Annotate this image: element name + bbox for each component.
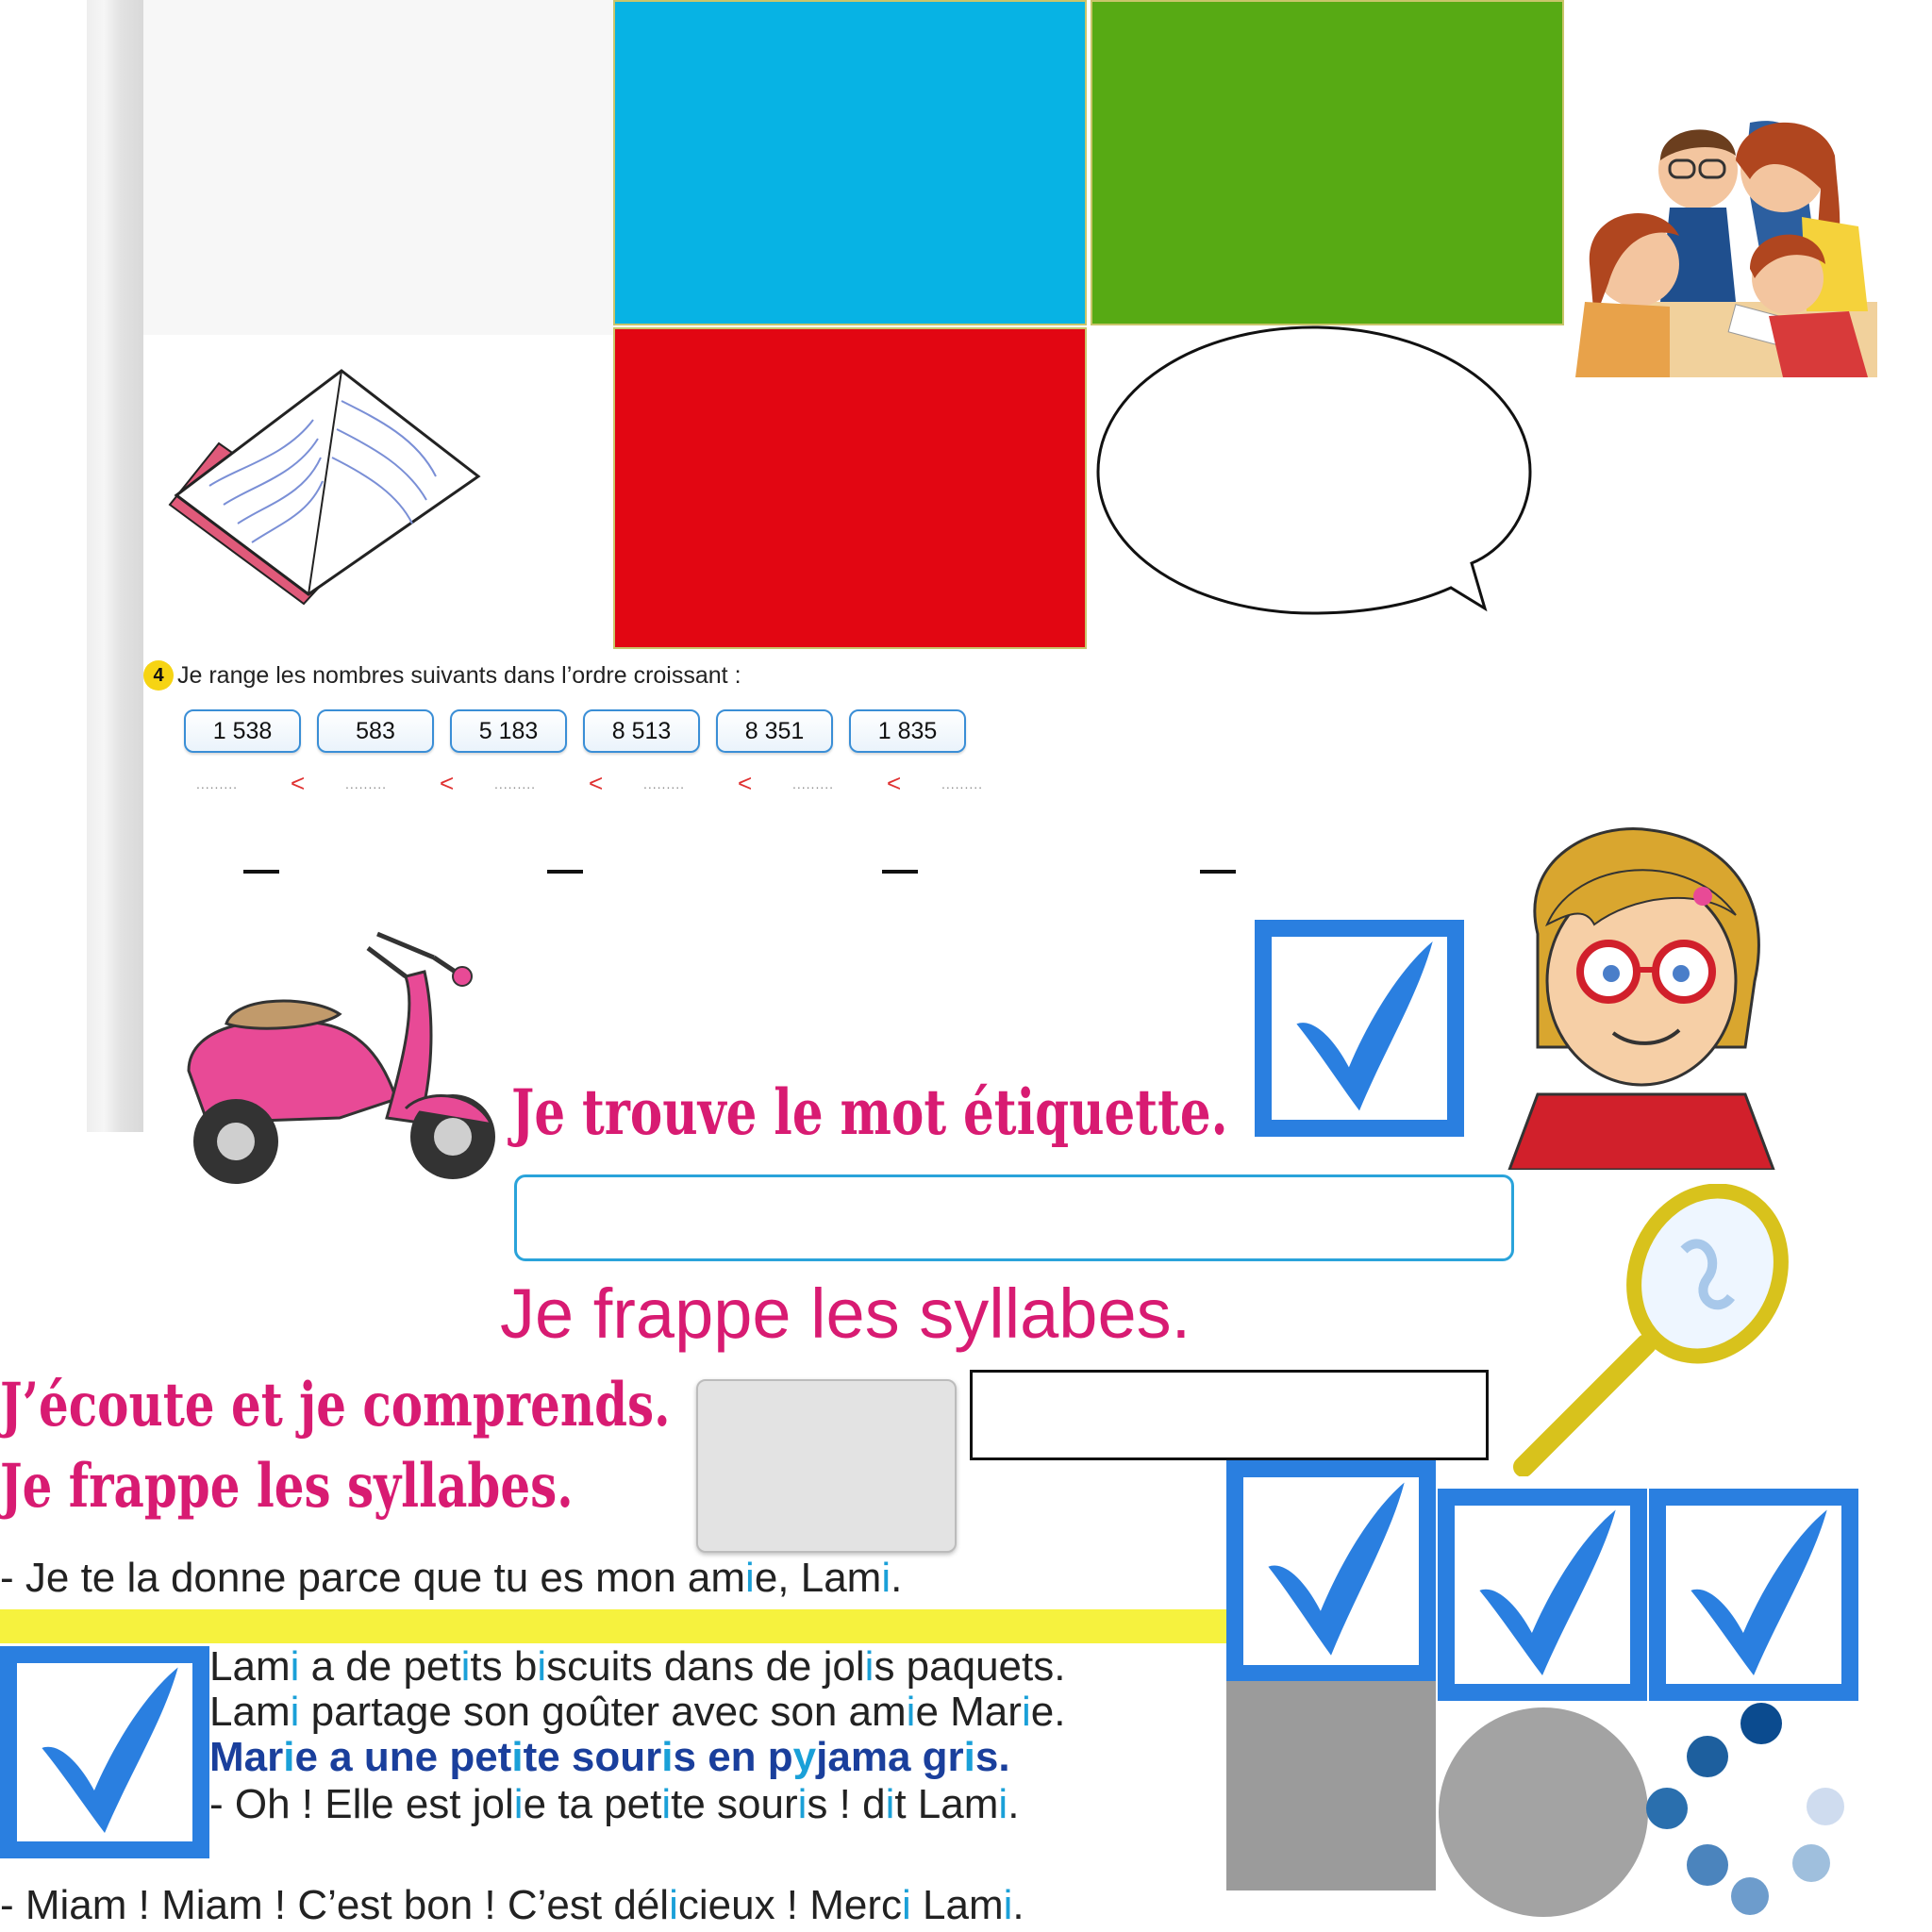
exercise-4-instruction: 4 Je range les nombres suivants dans l’o…	[143, 660, 741, 691]
dash-mark	[243, 870, 279, 874]
loading-dots-icon	[1646, 1703, 1844, 1929]
story-line-2: Lami partage son goûter avec son amie Ma…	[209, 1689, 1066, 1735]
story-line-1: Lami a de petits biscuits dans de jolis …	[209, 1643, 1066, 1690]
answer-blank[interactable]: .........	[196, 776, 291, 791]
mirror-icon	[1513, 1184, 1789, 1476]
answer-blank[interactable]: .........	[494, 776, 589, 791]
heading-ecoute: J’écoute et je comprends.	[0, 1370, 671, 1441]
number-label-row: 1 538 583 5 183 8 513 8 351 1 835	[184, 709, 966, 753]
exercise-instruction-text: Je range les nombres suivants dans l’ord…	[177, 661, 741, 689]
number-label[interactable]: 5 183	[450, 709, 567, 753]
number-label[interactable]: 583	[317, 709, 434, 753]
dash-mark	[882, 870, 918, 874]
number-label[interactable]: 8 513	[583, 709, 700, 753]
less-than-sign: <	[440, 769, 455, 797]
heading-frappe-syllabes-2: Je frappe les syllabes.	[0, 1451, 574, 1522]
grey-panel	[143, 0, 615, 335]
checkbox-checked-icon[interactable]	[0, 1646, 209, 1858]
dash-mark	[547, 870, 583, 874]
less-than-sign: <	[589, 769, 604, 797]
story-line-last: - Miam ! Miam ! C’est bon ! C’est délici…	[0, 1882, 1024, 1928]
number-label[interactable]: 1 538	[184, 709, 301, 753]
less-than-sign: <	[291, 769, 306, 797]
less-than-sign: <	[887, 769, 902, 797]
highlight-bar	[0, 1609, 1226, 1643]
checkbox-checked-icon[interactable]	[1255, 920, 1464, 1137]
mot-etiquette-input[interactable]	[514, 1174, 1514, 1261]
story-line-3: Marie a une petite souris en pyjama gris…	[209, 1734, 1010, 1780]
heading-frappe-syllabes: Je frappe les syllabes.	[500, 1274, 1191, 1353]
checkbox-checked-icon[interactable]	[1649, 1489, 1858, 1701]
ordering-answer-row: ......... < ......... < ......... < ....…	[196, 769, 1036, 798]
less-than-sign: <	[738, 769, 753, 797]
answer-blank[interactable]: .........	[941, 776, 1036, 791]
scooter-illustration	[187, 931, 495, 1184]
book-icon	[168, 369, 481, 606]
kids-group-illustration	[1575, 121, 1877, 377]
green-tile[interactable]	[1091, 0, 1564, 325]
story-line-before: - Je te la donne parce que tu es mon ami…	[0, 1555, 903, 1601]
answer-blank[interactable]: .........	[643, 776, 738, 791]
answer-blank[interactable]: .........	[792, 776, 887, 791]
girl-glasses-illustration	[1507, 827, 1775, 1170]
story-line-4: - Oh ! Elle est jolie ta petite souris !…	[209, 1781, 1020, 1827]
heading-mot-etiquette: Je trouve le mot étiquette.	[511, 1075, 1228, 1149]
audio-play-button[interactable]	[696, 1379, 957, 1553]
answer-box[interactable]	[970, 1370, 1489, 1460]
dash-mark	[1200, 870, 1236, 874]
checkbox-checked-icon[interactable]	[1226, 1460, 1436, 1682]
red-tile[interactable]	[613, 327, 1087, 649]
page-edge-strip	[87, 0, 143, 1132]
grey-circle	[1439, 1707, 1648, 1917]
speech-bubble-icon	[1096, 325, 1532, 615]
grey-square	[1226, 1681, 1436, 1890]
answer-blank[interactable]: .........	[345, 776, 440, 791]
blue-tile[interactable]	[613, 0, 1087, 325]
number-label[interactable]: 1 835	[849, 709, 966, 753]
number-label[interactable]: 8 351	[716, 709, 833, 753]
checkbox-checked-icon[interactable]	[1438, 1489, 1647, 1701]
exercise-number-badge: 4	[143, 660, 174, 691]
